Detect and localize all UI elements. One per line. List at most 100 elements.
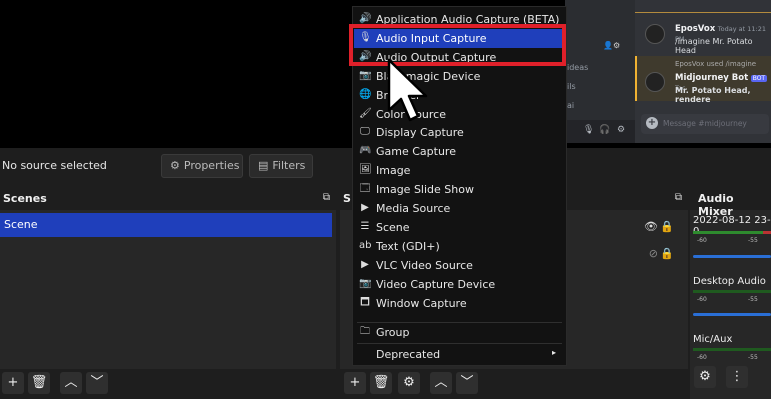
meter-tick: -55 xyxy=(748,237,758,244)
properties-button[interactable]: ⚙ Properties xyxy=(161,154,243,178)
mouse-cursor-icon xyxy=(387,58,428,122)
add-scene-button[interactable]: + xyxy=(2,372,24,394)
menu-item[interactable]: ▶ VLC Video Source xyxy=(354,256,566,275)
message-text: /imagine Mr. Potato Head xyxy=(675,37,753,55)
mixer-channel-name: Desktop Audio xyxy=(693,276,766,287)
remove-scene-button[interactable]: 🗑 xyxy=(28,372,50,394)
filters-label: Filters xyxy=(272,159,306,172)
headphones-icon[interactable]: 🎧 xyxy=(599,125,610,135)
discord-user-bar: 🎙 🎧 ⚙ xyxy=(565,120,635,143)
volume-meter xyxy=(693,231,771,234)
menu-item-label: Display Capture xyxy=(376,126,464,140)
advanced-audio-settings-button[interactable]: ⚙ xyxy=(694,366,716,388)
lock-icon[interactable]: 🔒 xyxy=(660,247,674,260)
menu-item[interactable]: 🎮 Game Capture xyxy=(354,142,566,161)
menu-item-label: Deprecated xyxy=(376,348,441,361)
message-input[interactable]: + Message #midjourney xyxy=(641,114,769,134)
volume-slider[interactable] xyxy=(693,255,771,258)
people-icon: 👤⚙ xyxy=(603,41,621,50)
divider xyxy=(635,12,771,13)
dock-footer: + 🗑 ⚙ ︿ ﹀ xyxy=(340,369,688,399)
move-down-button[interactable]: ﹀ xyxy=(86,372,108,394)
play-icon: ▶ xyxy=(361,202,369,213)
remove-source-button[interactable]: 🗑 xyxy=(370,372,392,394)
menu-item-deprecated[interactable]: Deprecated ▸ xyxy=(354,345,566,364)
meter-tick: -55 xyxy=(748,354,758,361)
menu-item-label: Text (GDI+) xyxy=(376,239,440,253)
menu-item-label: Media Source xyxy=(376,202,451,215)
menu-item-label: Image xyxy=(376,164,411,178)
add-source-button[interactable]: + xyxy=(344,372,366,394)
move-down-button[interactable]: ﹀ xyxy=(456,372,478,394)
discord-channel-list: 👤⚙ ideas ils ai 🎙 🎧 ⚙ xyxy=(565,0,635,143)
username[interactable]: Midjourney Bot xyxy=(675,73,748,83)
lock-icon[interactable]: 🔒 xyxy=(660,220,674,233)
gear-icon: ⚙ xyxy=(170,159,180,172)
filter-icon: ▤ xyxy=(258,159,269,172)
meter-tick: -60 xyxy=(697,354,707,361)
menu-item-label: Group xyxy=(376,326,410,339)
scenes-title: Scenes xyxy=(3,192,47,205)
plus-icon[interactable]: + xyxy=(646,117,658,129)
slideshow-icon: 🗔 xyxy=(359,183,371,195)
gamepad-icon: 🎮 xyxy=(359,145,372,157)
menu-item-label: Image Slide Show xyxy=(376,183,474,197)
float-dock-icon[interactable]: ⧉ xyxy=(323,192,330,203)
move-up-button[interactable]: ︿ xyxy=(60,372,82,394)
volume-meter xyxy=(693,290,771,293)
text-icon: ab xyxy=(359,239,372,251)
menu-item[interactable]: 🗔 Image Slide Show xyxy=(354,180,566,199)
mixer-menu-button[interactable]: ⋮ xyxy=(726,366,748,388)
camera-icon: 📷 xyxy=(359,69,372,81)
scenes-dock: Scenes ⧉ Scene + 🗑 ︿ ﹀ xyxy=(0,186,336,399)
channel-item[interactable]: ai xyxy=(567,101,574,110)
message-text: Mr. Potato Head, rendere xyxy=(675,86,751,104)
filters-button[interactable]: ▤ Filters xyxy=(249,154,313,178)
mute-icon[interactable]: 🎙 xyxy=(583,125,594,135)
dock-header: Scenes ⧉ xyxy=(0,186,336,210)
menu-item[interactable]: 🗖 Window Capture xyxy=(354,294,566,313)
hidden-eye-icon[interactable]: ⊘ xyxy=(649,247,658,260)
gear-icon[interactable]: ⚙ xyxy=(617,125,625,135)
volume-slider[interactable] xyxy=(693,313,771,316)
visibility-eye-icon[interactable]: 👁 xyxy=(644,220,658,233)
menu-item-label: Game Capture xyxy=(376,145,456,159)
discord-window: 👤⚙ ideas ils ai 🎙 🎧 ⚙ EposVox Today at 1… xyxy=(565,0,771,143)
meter-tick: -60 xyxy=(697,237,707,244)
menu-item-label: Window Capture xyxy=(376,296,467,310)
list-icon: ☰ xyxy=(360,220,370,232)
globe-icon: 🌐 xyxy=(359,88,372,100)
menu-item[interactable]: ▶ Media Source xyxy=(354,199,566,218)
play-icon: ▶ xyxy=(361,258,369,270)
menu-item[interactable]: ab Text (GDI+) xyxy=(354,237,566,256)
channel-item[interactable]: ideas xyxy=(567,63,588,72)
menu-item-label: Video Capture Device xyxy=(376,277,496,291)
window-icon: 🗖 xyxy=(360,296,370,308)
menu-item-group[interactable]: 🗀 Group xyxy=(354,323,566,342)
dock-header: Audio Mixer xyxy=(690,186,771,218)
highlight-annotation-box xyxy=(349,24,566,66)
avatar[interactable] xyxy=(645,24,665,44)
command-used-line: EposVox used /imagine xyxy=(675,60,757,68)
username[interactable]: EposVox xyxy=(675,24,715,34)
brush-icon: 🖌 xyxy=(359,107,372,119)
move-up-button[interactable]: ︿ xyxy=(430,372,452,394)
menu-item-label: Scene xyxy=(376,220,410,234)
submenu-arrow-icon: ▸ xyxy=(551,348,556,357)
menu-item[interactable]: 📷 Video Capture Device xyxy=(354,275,566,294)
volume-meter xyxy=(693,348,771,351)
avatar[interactable] xyxy=(645,72,665,92)
menu-item[interactable]: 🖼 Image xyxy=(354,161,566,180)
sources-title: S xyxy=(343,192,351,205)
no-source-label: No source selected xyxy=(2,159,107,172)
mixer-channel-name: Mic/Aux xyxy=(693,334,733,345)
image-icon: 🖼 xyxy=(359,164,372,176)
float-dock-icon[interactable]: ⧉ xyxy=(675,192,682,203)
menu-item-label: VLC Video Source xyxy=(376,258,473,272)
folder-icon: 🗀 xyxy=(360,326,370,337)
menu-item[interactable]: ☰ Scene xyxy=(354,218,566,237)
channel-item[interactable]: ils xyxy=(567,82,576,91)
scene-list-item[interactable]: Scene xyxy=(0,213,332,237)
menu-separator xyxy=(357,343,562,344)
source-properties-button[interactable]: ⚙ xyxy=(398,372,420,394)
